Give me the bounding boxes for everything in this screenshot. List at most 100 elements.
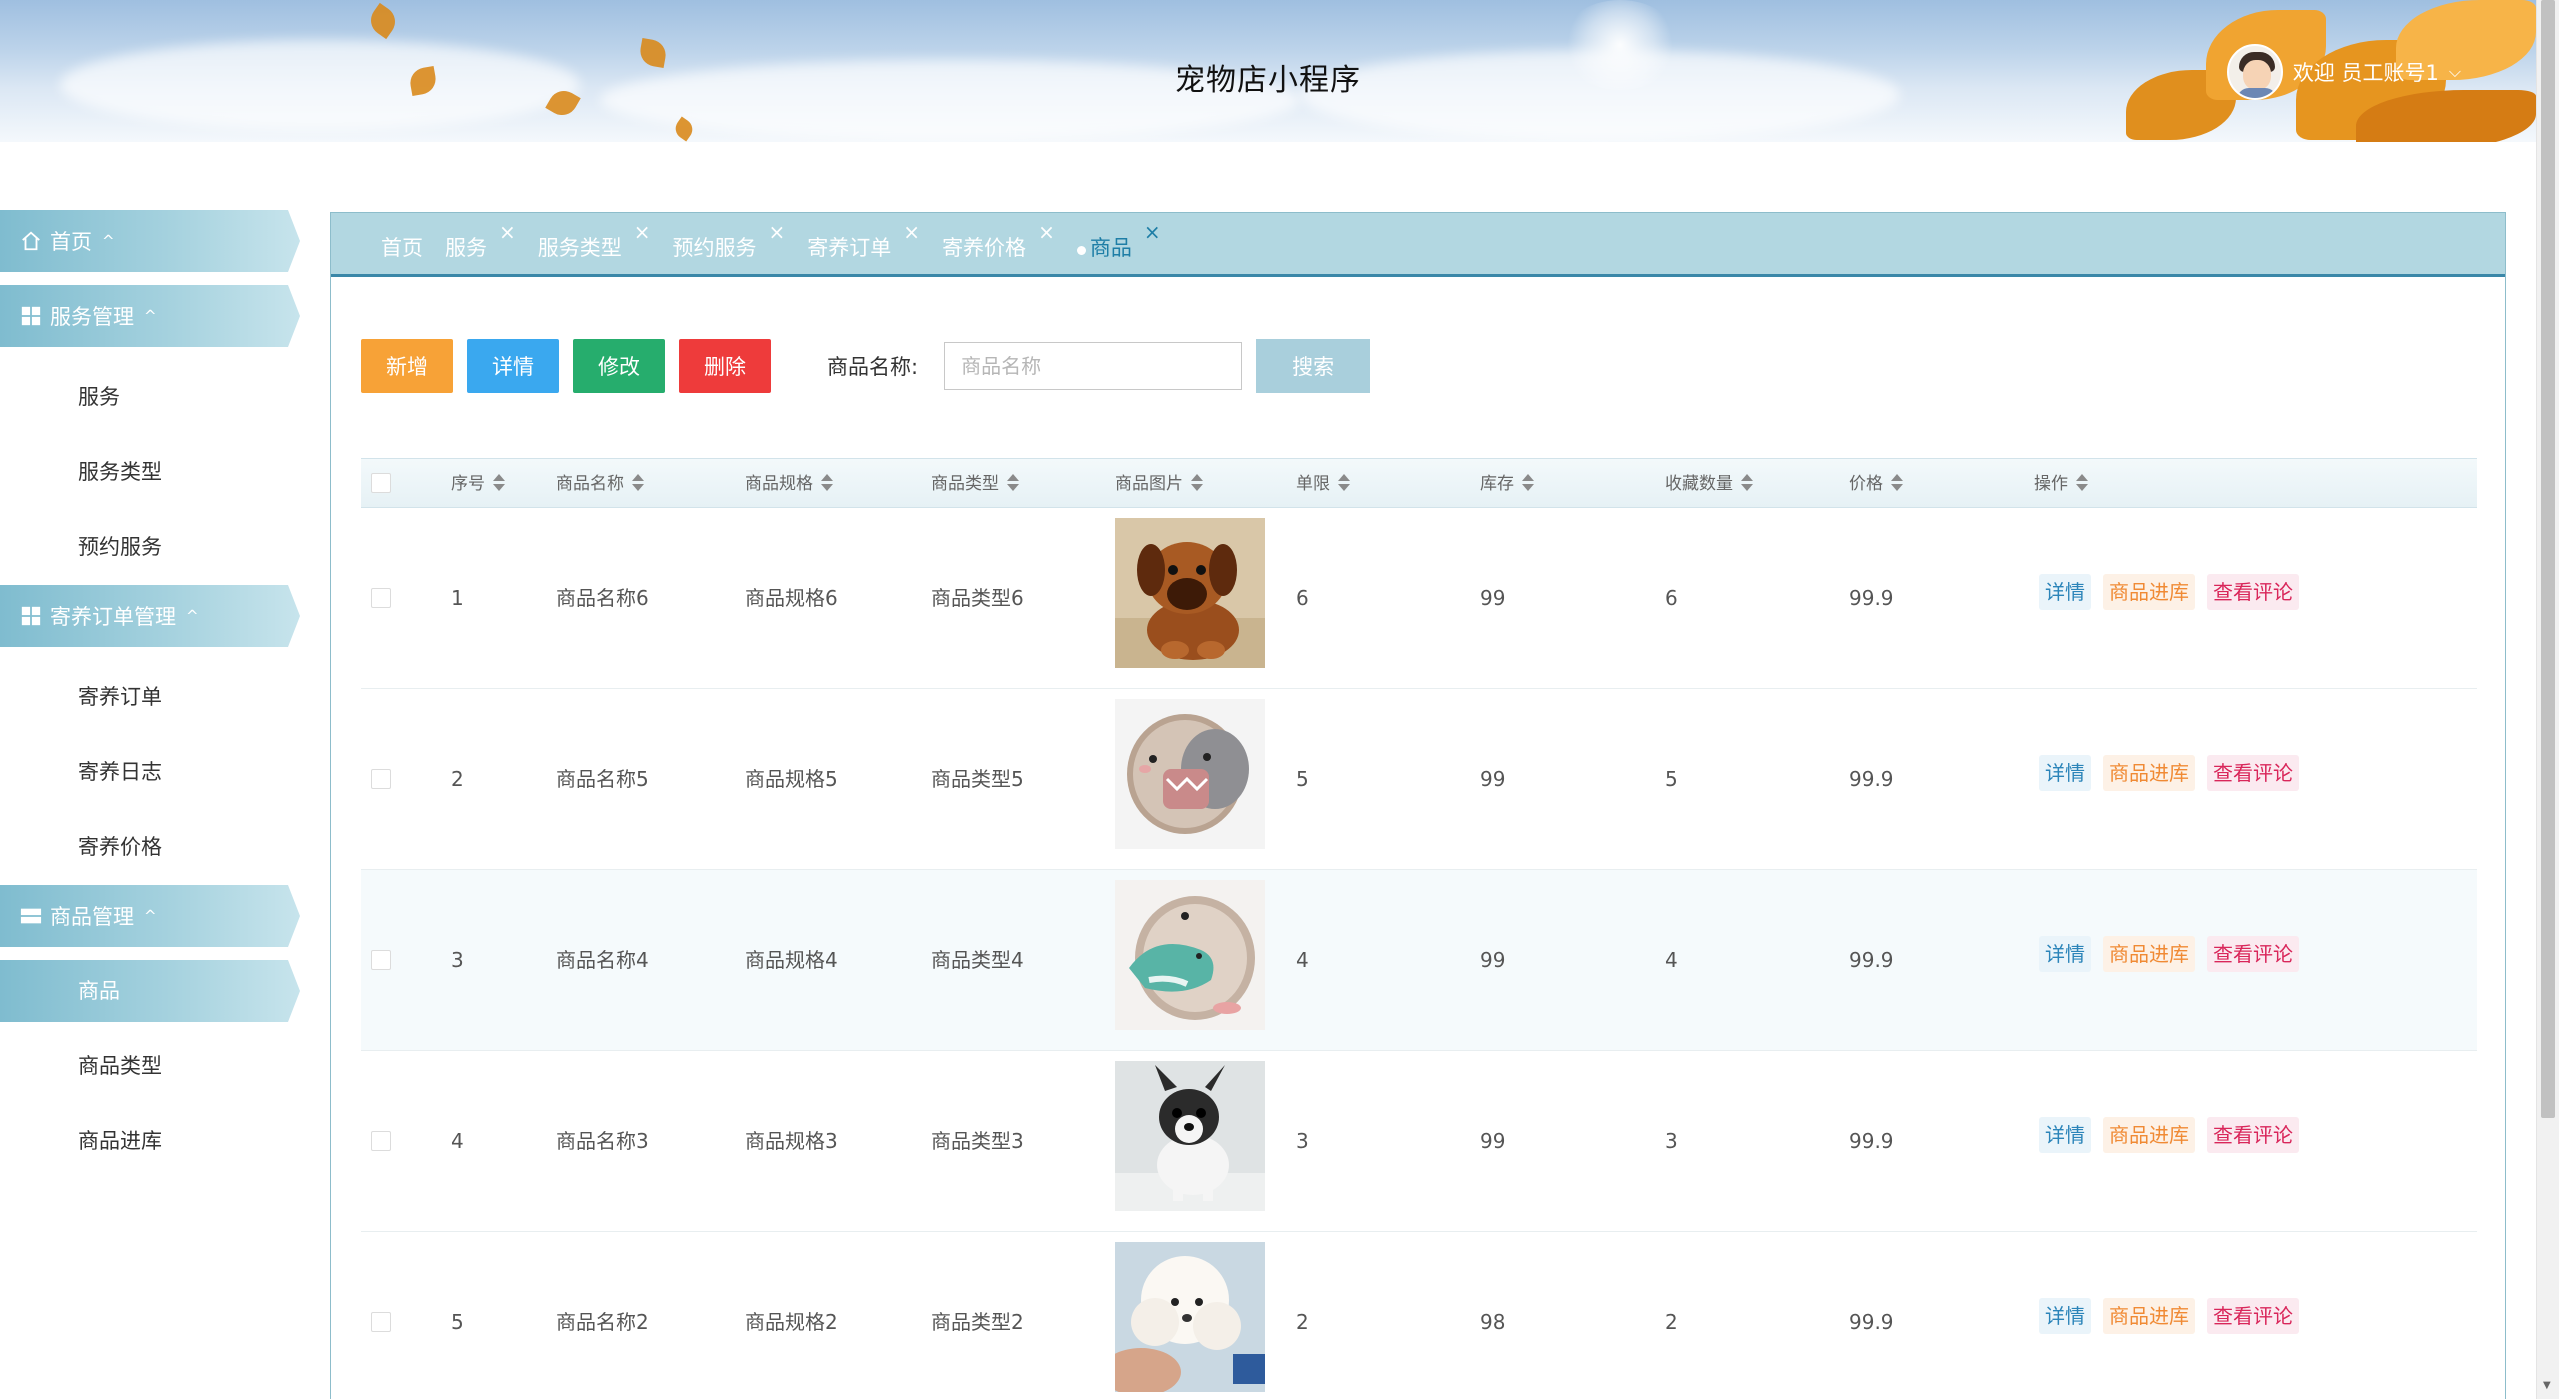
stock-in-link[interactable]: 商品进库 — [2103, 1298, 2195, 1334]
close-icon[interactable]: × — [634, 220, 651, 244]
edit-button[interactable]: 修改 — [573, 339, 665, 393]
sidebar-group-boarding[interactable]: 寄养订单管理 ^ — [0, 585, 300, 647]
scroll-down-arrow-icon[interactable]: ▼ — [2543, 1380, 2551, 1391]
cell-stock: 99 — [1480, 948, 1506, 972]
close-icon[interactable]: × — [769, 220, 786, 244]
row-actions: 详情 商品进库 查看评论 — [2039, 755, 2299, 791]
sidebar-item-goods-stock[interactable]: 商品进库 — [0, 1104, 300, 1179]
select-all-checkbox[interactable] — [371, 473, 391, 493]
view-reviews-link[interactable]: 查看评论 — [2207, 936, 2299, 972]
tab-service[interactable]: 服务 × — [445, 220, 516, 262]
cell-limit: 6 — [1296, 586, 1309, 610]
product-image-hedgehog-with-toy — [1115, 699, 1265, 849]
column-header[interactable]: 价格 — [1849, 459, 1903, 509]
row-checkbox[interactable] — [371, 1131, 391, 1151]
tab-service-type[interactable]: 服务类型 × — [538, 220, 651, 262]
view-reviews-link[interactable]: 查看评论 — [2207, 755, 2299, 791]
page-scrollbar[interactable]: ▼ — [2536, 0, 2559, 1399]
column-header[interactable]: 商品类型 — [931, 459, 1019, 509]
column-header[interactable]: 库存 — [1480, 459, 1534, 509]
detail-link[interactable]: 详情 — [2039, 1298, 2091, 1334]
close-icon[interactable]: × — [1144, 220, 1161, 244]
chevron-up-icon: ^ — [186, 607, 199, 625]
stock-in-link[interactable]: 商品进库 — [2103, 574, 2195, 610]
tab-goods[interactable]: 商品 × — [1076, 220, 1161, 262]
sidebar-item-boarding-log[interactable]: 寄养日志 — [0, 735, 300, 810]
tab-boarding-price[interactable]: 寄养价格 × — [942, 220, 1055, 262]
table-row[interactable]: 5 商品名称2 商品规格2 商品类型2 2 98 2 99.9 详情 商品进库 … — [361, 1232, 2477, 1399]
delete-button[interactable]: 删除 — [679, 339, 771, 393]
cell-favorites: 3 — [1665, 1129, 1678, 1153]
detail-link[interactable]: 详情 — [2039, 1117, 2091, 1153]
user-avatar — [2226, 44, 2283, 100]
detail-link[interactable]: 详情 — [2039, 755, 2091, 791]
column-label: 价格 — [1849, 474, 1883, 494]
sort-icon — [632, 474, 644, 492]
sidebar-group-home[interactable]: 首页 ^ — [0, 210, 300, 272]
sidebar-item-boarding-order[interactable]: 寄养订单 — [0, 660, 300, 735]
close-icon[interactable]: × — [499, 220, 516, 244]
column-header[interactable]: 收藏数量 — [1665, 459, 1753, 509]
user-menu[interactable]: 欢迎 员工账号1 ⌵ — [2226, 42, 2461, 102]
table-row[interactable]: 2 商品名称5 商品规格5 商品类型5 5 99 5 99.9 详情 商品进库 … — [361, 689, 2477, 870]
row-checkbox[interactable] — [371, 950, 391, 970]
row-checkbox[interactable] — [371, 769, 391, 789]
stock-in-link[interactable]: 商品进库 — [2103, 936, 2195, 972]
sidebar-item-booking[interactable]: 预约服务 — [0, 510, 300, 585]
tab-booking[interactable]: 预约服务 × — [673, 220, 786, 262]
column-header[interactable]: 商品名称 — [556, 459, 644, 509]
view-reviews-link[interactable]: 查看评论 — [2207, 1298, 2299, 1334]
tab-home[interactable]: 首页 — [381, 226, 423, 262]
table-row[interactable]: 3 商品名称4 商品规格4 商品类型4 4 99 4 99.9 详情 商品进库 … — [361, 870, 2477, 1051]
detail-link[interactable]: 详情 — [2039, 574, 2091, 610]
chevron-down-icon: ⌵ — [2448, 62, 2461, 81]
column-header[interactable]: 商品规格 — [745, 459, 833, 509]
stock-in-link[interactable]: 商品进库 — [2103, 755, 2195, 791]
cell-index: 1 — [451, 586, 464, 610]
view-reviews-link[interactable]: 查看评论 — [2207, 1117, 2299, 1153]
sidebar-item-service[interactable]: 服务 — [0, 360, 300, 435]
cell-index: 5 — [451, 1310, 464, 1334]
column-header[interactable]: 操作 — [2034, 459, 2088, 509]
tab-label: 寄养价格 — [942, 235, 1027, 260]
column-label: 商品名称 — [556, 474, 624, 494]
sidebar-item-boarding-price[interactable]: 寄养价格 — [0, 810, 300, 885]
detail-link[interactable]: 详情 — [2039, 936, 2091, 972]
column-header[interactable]: 序号 — [451, 459, 505, 509]
cell-name: 商品名称4 — [556, 948, 649, 972]
table-row[interactable]: 1 商品名称6 商品规格6 商品类型6 6 99 6 99.9 详情 商品进库 … — [361, 508, 2477, 689]
sidebar-item-goods[interactable]: 商品 — [0, 960, 300, 1022]
row-checkbox[interactable] — [371, 588, 391, 608]
column-header[interactable]: 单限 — [1296, 459, 1350, 509]
close-icon[interactable]: × — [1038, 220, 1055, 244]
sidebar-group-service[interactable]: 服务管理 ^ — [0, 285, 300, 347]
sort-icon — [2076, 474, 2088, 492]
stock-in-link[interactable]: 商品进库 — [2103, 1117, 2195, 1153]
scrollbar-thumb[interactable] — [2541, 0, 2555, 1118]
table-row[interactable]: 4 商品名称3 商品规格3 商品类型3 3 99 3 99.9 详情 商品进库 … — [361, 1051, 2477, 1232]
view-reviews-link[interactable]: 查看评论 — [2207, 574, 2299, 610]
cell-spec: 商品规格5 — [745, 767, 838, 791]
cell-index: 3 — [451, 948, 464, 972]
column-header[interactable]: 商品图片 — [1115, 459, 1203, 509]
add-button[interactable]: 新增 — [361, 339, 453, 393]
cell-name: 商品名称3 — [556, 1129, 649, 1153]
active-dot-icon — [1076, 246, 1086, 255]
sidebar-item-service-type[interactable]: 服务类型 — [0, 435, 300, 510]
search-button[interactable]: 搜索 — [1256, 339, 1371, 393]
row-checkbox[interactable] — [371, 1312, 391, 1332]
sidebar: 首页 ^ 服务管理 ^ 服务 服务类型 预约服务 寄养订单管理 ^ 寄养订单 寄… — [0, 210, 300, 1179]
list-icon — [20, 908, 42, 924]
close-icon[interactable]: × — [903, 220, 920, 244]
product-image-white-poodle — [1115, 1242, 1265, 1392]
cell-index: 4 — [451, 1129, 464, 1153]
search-input[interactable] — [944, 342, 1243, 390]
cell-price: 99.9 — [1849, 948, 1894, 972]
detail-button[interactable]: 详情 — [467, 339, 559, 393]
sidebar-item-goods-type[interactable]: 商品类型 — [0, 1029, 300, 1104]
sort-icon — [1338, 474, 1350, 492]
sidebar-group-goods[interactable]: 商品管理 ^ — [0, 885, 300, 947]
tab-boarding-order[interactable]: 寄养订单 × — [807, 220, 920, 262]
cell-index: 2 — [451, 767, 464, 791]
cell-type: 商品类型2 — [931, 1310, 1024, 1334]
